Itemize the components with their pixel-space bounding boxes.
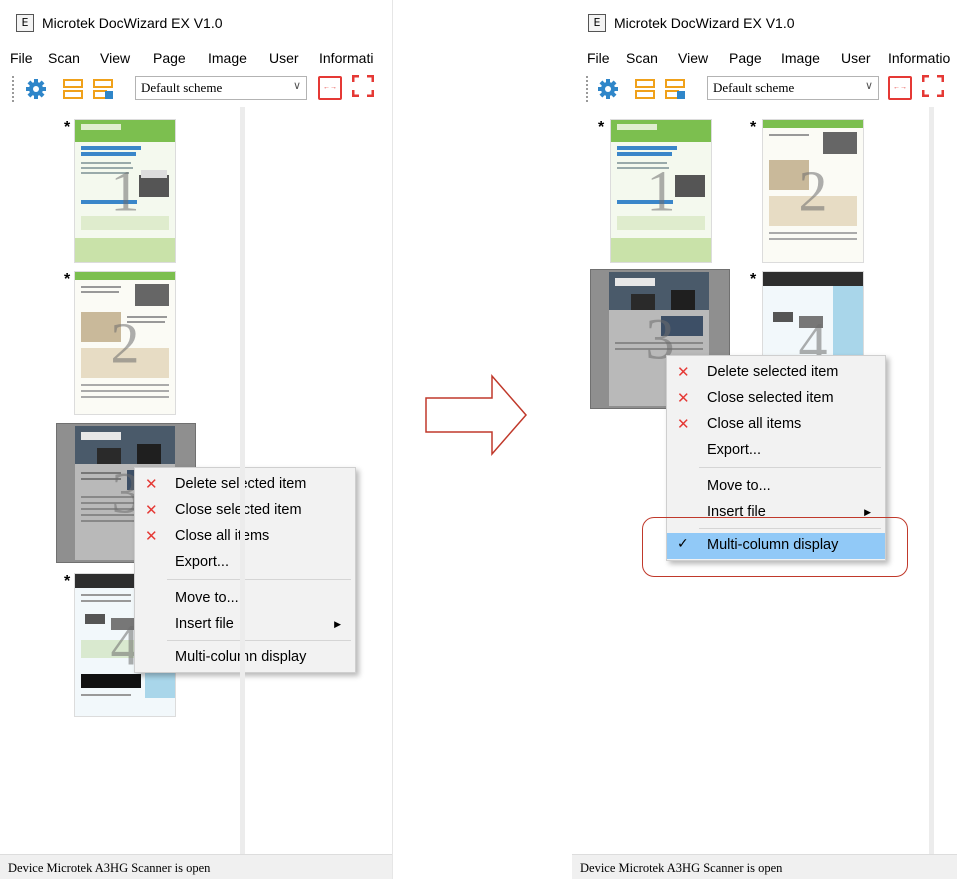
window-title: Microtek DocWizard EX V1.0 bbox=[42, 15, 223, 31]
menu-user[interactable]: User bbox=[841, 50, 871, 66]
page-settings-icon[interactable] bbox=[664, 78, 686, 100]
menu-item-insert-file[interactable]: Insert file ▶ bbox=[135, 612, 355, 638]
menu-image[interactable]: Image bbox=[781, 50, 820, 66]
menu-item-close-all[interactable]: ✕ Close all items bbox=[667, 412, 885, 438]
x-icon: ✕ bbox=[677, 415, 690, 433]
menu-item-delete-selected[interactable]: ✕ Delete selected item bbox=[135, 472, 355, 498]
window-title: Microtek DocWizard EX V1.0 bbox=[614, 15, 795, 31]
menu-file[interactable]: File bbox=[587, 50, 610, 66]
page-number: 1 bbox=[646, 158, 676, 224]
menu-user[interactable]: User bbox=[269, 50, 299, 66]
title-bar: E Microtek DocWizard EX V1.0 bbox=[0, 0, 392, 42]
thumbnail-page-1[interactable]: 1 bbox=[74, 119, 176, 263]
submenu-arrow-icon: ▶ bbox=[334, 619, 341, 629]
app-icon: E bbox=[588, 14, 606, 32]
menu-image[interactable]: Image bbox=[208, 50, 247, 66]
menu-separator bbox=[167, 579, 351, 580]
modified-marker: * bbox=[750, 119, 757, 136]
x-icon: ✕ bbox=[145, 501, 158, 519]
modified-marker: * bbox=[750, 271, 757, 288]
menu-scan[interactable]: Scan bbox=[48, 50, 80, 66]
scheme-select[interactable]: Default scheme ∨ bbox=[135, 76, 307, 100]
x-icon: ✕ bbox=[145, 475, 158, 493]
fullscreen-icon[interactable] bbox=[922, 75, 944, 97]
thumbnail-page-2[interactable]: 2 bbox=[74, 271, 176, 415]
menu-view[interactable]: View bbox=[678, 50, 708, 66]
chevron-down-icon: ∨ bbox=[292, 80, 301, 92]
menu-separator bbox=[699, 467, 881, 468]
toolbar-grip[interactable] bbox=[586, 76, 588, 102]
modified-marker: * bbox=[598, 119, 605, 136]
thumbnail-pane: * 1 * 2 3 * 4 ✕ Delete selected item ✕ C… bbox=[580, 107, 928, 854]
fit-width-icon[interactable]: ←→ bbox=[888, 76, 912, 100]
multi-page-icon[interactable] bbox=[62, 78, 84, 100]
modified-marker: * bbox=[64, 119, 71, 136]
x-icon: ✕ bbox=[677, 363, 690, 381]
transition-arrow-icon bbox=[425, 374, 527, 456]
thumbnail-page-1[interactable]: 1 bbox=[610, 119, 712, 263]
scheme-value: Default scheme bbox=[713, 80, 795, 95]
status-bar: Device Microtek A3HG Scanner is open bbox=[572, 854, 957, 879]
menu-item-export[interactable]: Export... bbox=[667, 438, 885, 464]
menu-separator bbox=[167, 640, 351, 641]
page-number: 1 bbox=[110, 158, 140, 224]
chevron-down-icon: ∨ bbox=[864, 80, 873, 92]
menu-item-close-selected[interactable]: ✕ Close selected item bbox=[135, 498, 355, 524]
menu-item-close-all[interactable]: ✕ Close all items bbox=[135, 524, 355, 550]
app-icon: E bbox=[16, 14, 34, 32]
page-number: 2 bbox=[110, 310, 140, 376]
menu-item-close-selected[interactable]: ✕ Close selected item bbox=[667, 386, 885, 412]
thumbnail-page-2[interactable]: 2 bbox=[762, 119, 864, 263]
window-before: E Microtek DocWizard EX V1.0 File Scan V… bbox=[0, 0, 393, 879]
menu-bar: File Scan View Page Image User Informati bbox=[0, 42, 392, 72]
status-bar: Device Microtek A3HG Scanner is open bbox=[0, 854, 392, 879]
modified-marker: * bbox=[64, 271, 71, 288]
window-after: E Microtek DocWizard EX V1.0 File Scan V… bbox=[572, 0, 957, 879]
menu-item-delete-selected[interactable]: ✕ Delete selected item bbox=[667, 360, 885, 386]
scheme-select[interactable]: Default scheme ∨ bbox=[707, 76, 879, 100]
menu-information[interactable]: Informati bbox=[319, 50, 373, 66]
menu-page[interactable]: Page bbox=[729, 50, 762, 66]
gear-icon[interactable] bbox=[25, 78, 47, 100]
menu-scan[interactable]: Scan bbox=[626, 50, 658, 66]
menu-item-move-to[interactable]: Move to... bbox=[667, 474, 885, 500]
gear-icon[interactable] bbox=[597, 78, 619, 100]
title-bar: E Microtek DocWizard EX V1.0 bbox=[572, 0, 957, 42]
menu-bar: File Scan View Page Image User Informati… bbox=[572, 42, 957, 72]
menu-view[interactable]: View bbox=[100, 50, 130, 66]
status-text: Device Microtek A3HG Scanner is open bbox=[8, 861, 211, 875]
menu-information[interactable]: Informatio bbox=[888, 50, 950, 66]
menu-page[interactable]: Page bbox=[153, 50, 186, 66]
x-icon: ✕ bbox=[145, 527, 158, 545]
context-menu: ✕ Delete selected item ✕ Close selected … bbox=[134, 467, 356, 673]
toolbar-grip[interactable] bbox=[12, 76, 14, 102]
page-settings-icon[interactable] bbox=[92, 78, 114, 100]
page-number: 2 bbox=[798, 158, 828, 224]
toolbar: Default scheme ∨ ←→ bbox=[572, 72, 957, 106]
modified-marker: * bbox=[64, 573, 71, 590]
menu-file[interactable]: File bbox=[10, 50, 33, 66]
thumbnail-pane: * 1 * 2 3 * 4 ✕ Delete selected item ✕ C… bbox=[8, 107, 356, 854]
status-text: Device Microtek A3HG Scanner is open bbox=[580, 861, 783, 875]
multi-page-icon[interactable] bbox=[634, 78, 656, 100]
menu-item-move-to[interactable]: Move to... bbox=[135, 586, 355, 612]
scheme-value: Default scheme bbox=[141, 80, 223, 95]
toolbar: Default scheme ∨ ←→ bbox=[0, 72, 392, 106]
fullscreen-icon[interactable] bbox=[352, 75, 374, 97]
x-icon: ✕ bbox=[677, 389, 690, 407]
pane-splitter[interactable] bbox=[929, 107, 934, 854]
menu-item-export[interactable]: Export... bbox=[135, 550, 355, 576]
pane-splitter[interactable] bbox=[240, 107, 245, 854]
highlight-callout bbox=[642, 517, 908, 577]
menu-item-multi-column[interactable]: Multi-column display bbox=[135, 645, 355, 671]
fit-width-icon[interactable]: ←→ bbox=[318, 76, 342, 100]
